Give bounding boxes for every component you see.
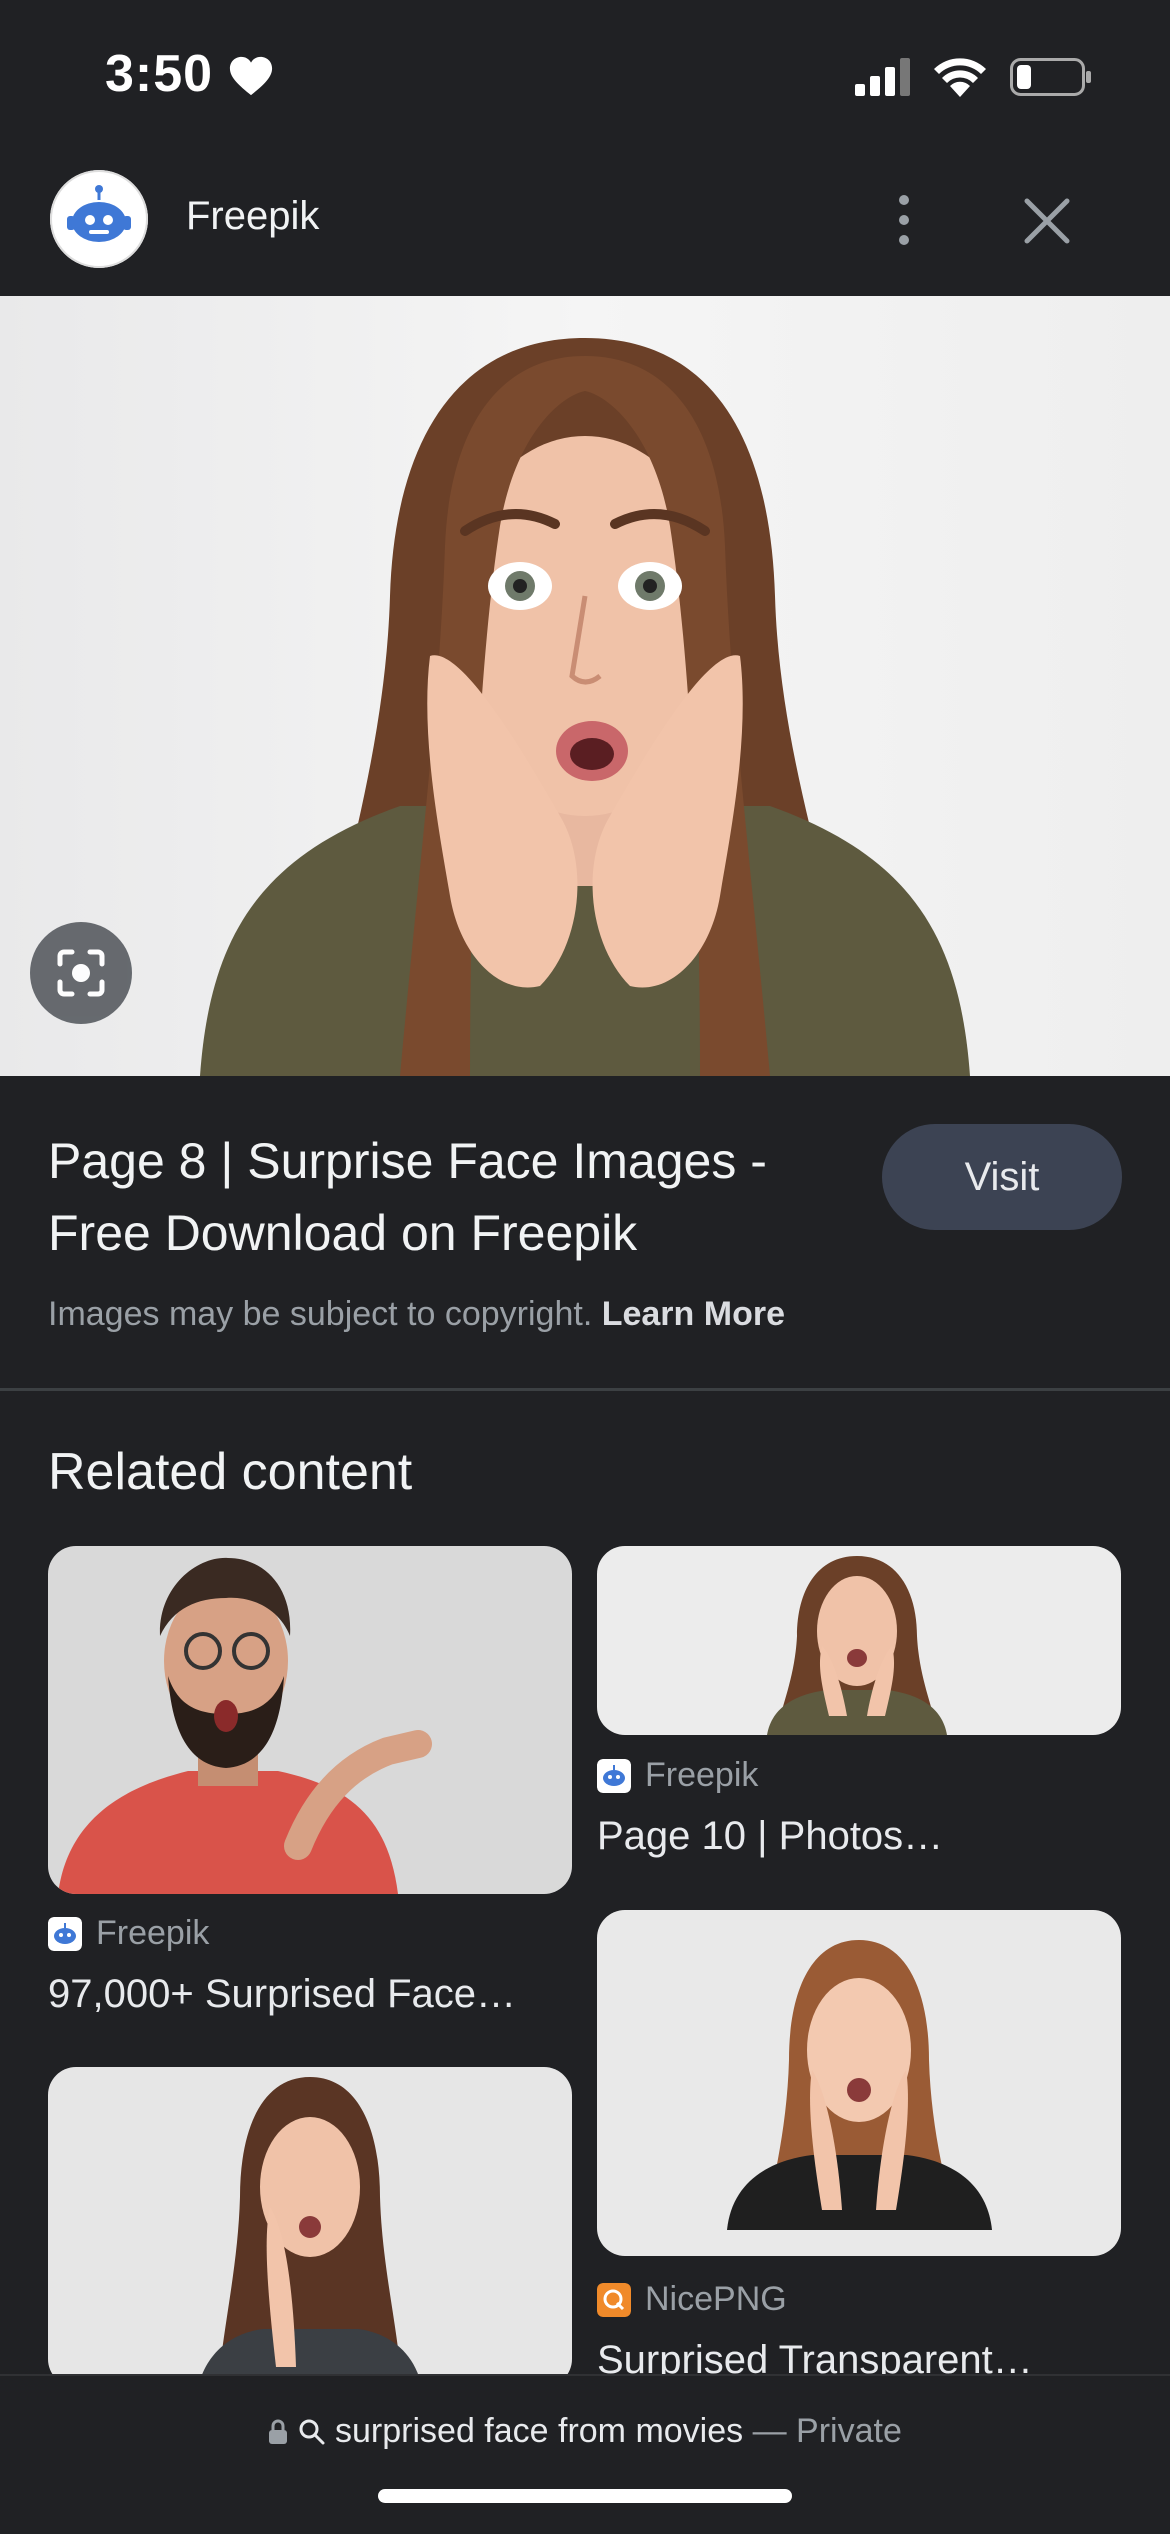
copyright-notice: Images may be subject to copyright. Lear… <box>48 1295 785 1334</box>
battery-icon <box>1010 58 1091 96</box>
result-title[interactable]: Page 8 | Surprise Face Images - Free Dow… <box>48 1125 848 1269</box>
robot-icon <box>48 1916 82 1951</box>
surprised-woman-thumbnail <box>767 1556 947 1735</box>
surprised-woman-thumbnail <box>198 2077 422 2387</box>
site-name[interactable]: Freepik <box>186 194 319 239</box>
related-source-3[interactable]: NicePNG <box>597 2280 787 2319</box>
result-title-line2: Free Download on Freepik <box>48 1205 638 1261</box>
related-heading: Related content <box>48 1443 413 1501</box>
status-time: 3:50 <box>105 45 214 103</box>
search-query-bar[interactable]: surprised face from movies — Private <box>0 2412 1170 2451</box>
related-source-1[interactable]: Freepik <box>48 1914 209 1953</box>
visit-button[interactable]: Visit <box>882 1124 1122 1230</box>
related-card-1[interactable] <box>48 1546 572 1894</box>
heart-icon <box>229 56 273 96</box>
more-options-icon[interactable] <box>888 194 920 246</box>
related-title-2[interactable]: Page 10 | Photos… <box>597 1814 1127 1859</box>
cellular-signal-icon <box>855 58 910 96</box>
related-card-2[interactable] <box>597 1546 1121 1735</box>
related-source-label-3: NicePNG <box>645 2280 787 2318</box>
man-pointing-thumbnail <box>58 1557 432 1894</box>
close-icon[interactable] <box>1022 196 1072 246</box>
related-card-3[interactable] <box>597 1910 1121 2256</box>
main-image[interactable] <box>0 296 1170 1076</box>
lens-search-button[interactable] <box>30 922 132 1024</box>
site-favicon[interactable] <box>50 170 148 268</box>
search-query: surprised face from movies <box>335 2412 744 2450</box>
related-source-2[interactable]: Freepik <box>597 1756 758 1795</box>
related-title-1[interactable]: 97,000+ Surprised Face… <box>48 1972 578 2017</box>
related-source-label-2: Freepik <box>645 1756 759 1794</box>
robot-icon <box>50 170 148 268</box>
lens-icon <box>57 949 105 997</box>
lock-icon <box>269 2419 288 2444</box>
top-bar <box>0 150 1170 296</box>
private-label: — Private <box>752 2412 902 2450</box>
home-indicator[interactable] <box>378 2489 792 2503</box>
bottom-bar <box>0 2374 1170 2534</box>
search-icon <box>299 2419 325 2445</box>
surprised-woman-illustration <box>200 338 970 1076</box>
q-icon <box>597 2282 631 2317</box>
result-title-line1: Page 8 | Surprise Face Images - <box>48 1133 767 1189</box>
learn-more-link[interactable]: Learn More <box>602 1295 785 1333</box>
wifi-icon <box>934 58 986 97</box>
copyright-text: Images may be subject to copyright. <box>48 1295 593 1333</box>
divider <box>0 1388 1170 1391</box>
related-source-label-1: Freepik <box>96 1914 210 1952</box>
related-card-4[interactable] <box>48 2067 572 2387</box>
robot-icon <box>597 1758 631 1793</box>
surprised-woman-thumbnail <box>727 1940 992 2230</box>
